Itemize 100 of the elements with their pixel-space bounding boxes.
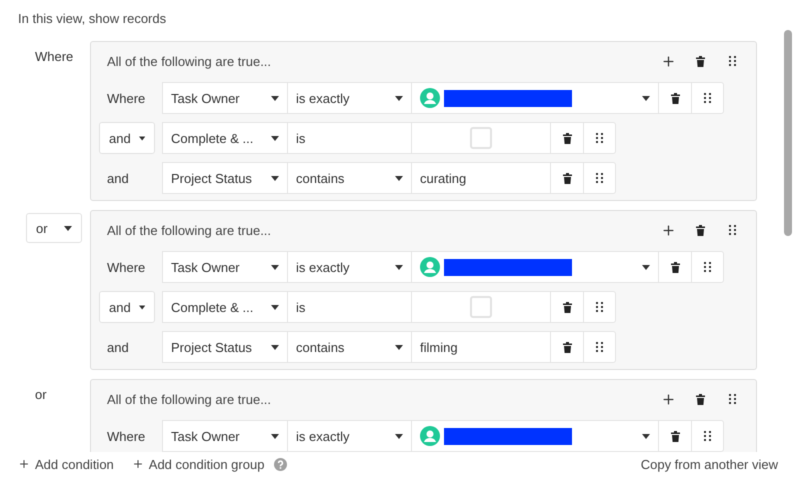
group-heading: All of the following are true... [106, 222, 272, 238]
caret-icon [271, 136, 279, 140]
caret-icon [271, 434, 279, 438]
user-avatar-icon [420, 88, 440, 108]
caret-icon [138, 136, 145, 140]
drag-handle-icon [596, 133, 603, 143]
conjunction-label: or [34, 386, 47, 402]
field-select[interactable]: Task Owner [162, 420, 288, 452]
conjunction-select[interactable]: and [99, 291, 155, 323]
group-heading: All of the following are true... [106, 54, 272, 68]
caret-icon [271, 96, 279, 100]
trash-icon [562, 302, 572, 312]
drag-handle-icon [728, 394, 736, 404]
user-select[interactable] [411, 251, 659, 283]
trash-icon [562, 132, 572, 144]
delete-button[interactable] [550, 291, 584, 323]
plus-icon [132, 458, 144, 470]
user-select[interactable] [411, 420, 659, 452]
user-select[interactable] [411, 82, 659, 114]
checkbox[interactable] [470, 127, 492, 149]
filter-title: In this view, show records [18, 11, 168, 28]
operator-select[interactable]: contains [287, 331, 412, 363]
operator-select[interactable]: is [287, 122, 412, 154]
drag-handle[interactable] [583, 291, 616, 323]
value-field[interactable]: filming [411, 331, 551, 363]
conjunction-select[interactable]: and [99, 122, 155, 154]
caret-icon [271, 344, 279, 350]
value-field[interactable]: curating [411, 162, 551, 194]
trash-icon [696, 224, 704, 236]
add-condition-group-link[interactable]: Add condition group [132, 456, 264, 472]
field-select[interactable]: Task Owner [162, 82, 288, 114]
plus-icon [660, 54, 676, 68]
caret-icon [271, 304, 279, 310]
field-select[interactable]: Complete & ... [162, 122, 288, 154]
conjunction-label: Where [106, 90, 146, 106]
operator-select[interactable]: is exactly [287, 420, 412, 452]
help-icon[interactable] [274, 458, 288, 470]
delete-button[interactable] [550, 162, 584, 194]
caret-icon [395, 96, 403, 100]
trash-icon [670, 430, 680, 442]
caret-icon [271, 176, 279, 180]
drag-handle-icon [596, 342, 603, 352]
operator-select[interactable]: is [287, 291, 412, 323]
trash-icon [696, 56, 704, 66]
scrollbar[interactable] [784, 30, 792, 236]
trash-icon [696, 394, 704, 404]
drag-handle-icon [596, 173, 603, 183]
drag-handle-icon [704, 431, 711, 441]
drag-handle[interactable] [691, 82, 724, 114]
user-avatar-icon [420, 426, 440, 446]
caret-icon [642, 264, 650, 270]
delete-button[interactable] [658, 82, 692, 114]
drag-handle[interactable] [691, 251, 724, 283]
group-heading: All of the following are true... [106, 392, 272, 406]
plus-icon [18, 458, 30, 470]
delete-button[interactable] [658, 420, 692, 452]
plus-icon [660, 392, 676, 406]
drag-handle-icon [728, 225, 736, 235]
delete-button[interactable] [550, 122, 584, 154]
trash-icon [562, 172, 572, 184]
copy-from-view-link[interactable]: Copy from another view [640, 456, 778, 472]
trash-icon [562, 342, 572, 352]
conjunction-label: Where [34, 48, 74, 64]
caret-icon [395, 344, 403, 350]
operator-select[interactable]: contains [287, 162, 412, 194]
caret-icon [271, 264, 279, 270]
drag-handle[interactable] [691, 420, 724, 452]
conjunction-select[interactable]: or [26, 213, 82, 243]
trash-icon [670, 262, 680, 272]
conjunction-label: and [106, 340, 129, 354]
trash-icon [670, 92, 680, 104]
caret-icon [64, 226, 72, 230]
conjunction-label: Where [106, 428, 146, 444]
drag-handle[interactable] [583, 162, 616, 194]
field-select[interactable]: Complete & ... [162, 291, 288, 323]
caret-icon [138, 304, 145, 310]
drag-handle-icon [728, 56, 736, 66]
field-select[interactable]: Project Status [162, 162, 288, 194]
caret-icon [395, 176, 403, 180]
drag-handle-icon [704, 93, 711, 103]
add-condition-link[interactable]: Add condition [18, 456, 114, 472]
caret-icon [395, 264, 403, 270]
drag-handle-icon [704, 262, 711, 272]
drag-handle-icon [596, 302, 603, 312]
delete-button[interactable] [550, 331, 584, 363]
conjunction-label: and [106, 170, 129, 186]
caret-icon [395, 434, 403, 438]
checkbox[interactable] [470, 296, 492, 318]
drag-handle[interactable] [583, 331, 616, 363]
field-select[interactable]: Task Owner [162, 251, 288, 283]
operator-select[interactable]: is exactly [287, 251, 412, 283]
caret-icon [642, 434, 650, 438]
drag-handle[interactable] [583, 122, 616, 154]
operator-select[interactable]: is exactly [287, 82, 412, 114]
caret-icon [642, 96, 650, 100]
field-select[interactable]: Project Status [162, 331, 288, 363]
plus-icon [660, 222, 676, 238]
user-avatar-icon [420, 257, 440, 277]
delete-button[interactable] [658, 251, 692, 283]
conjunction-label: Where [106, 260, 146, 274]
